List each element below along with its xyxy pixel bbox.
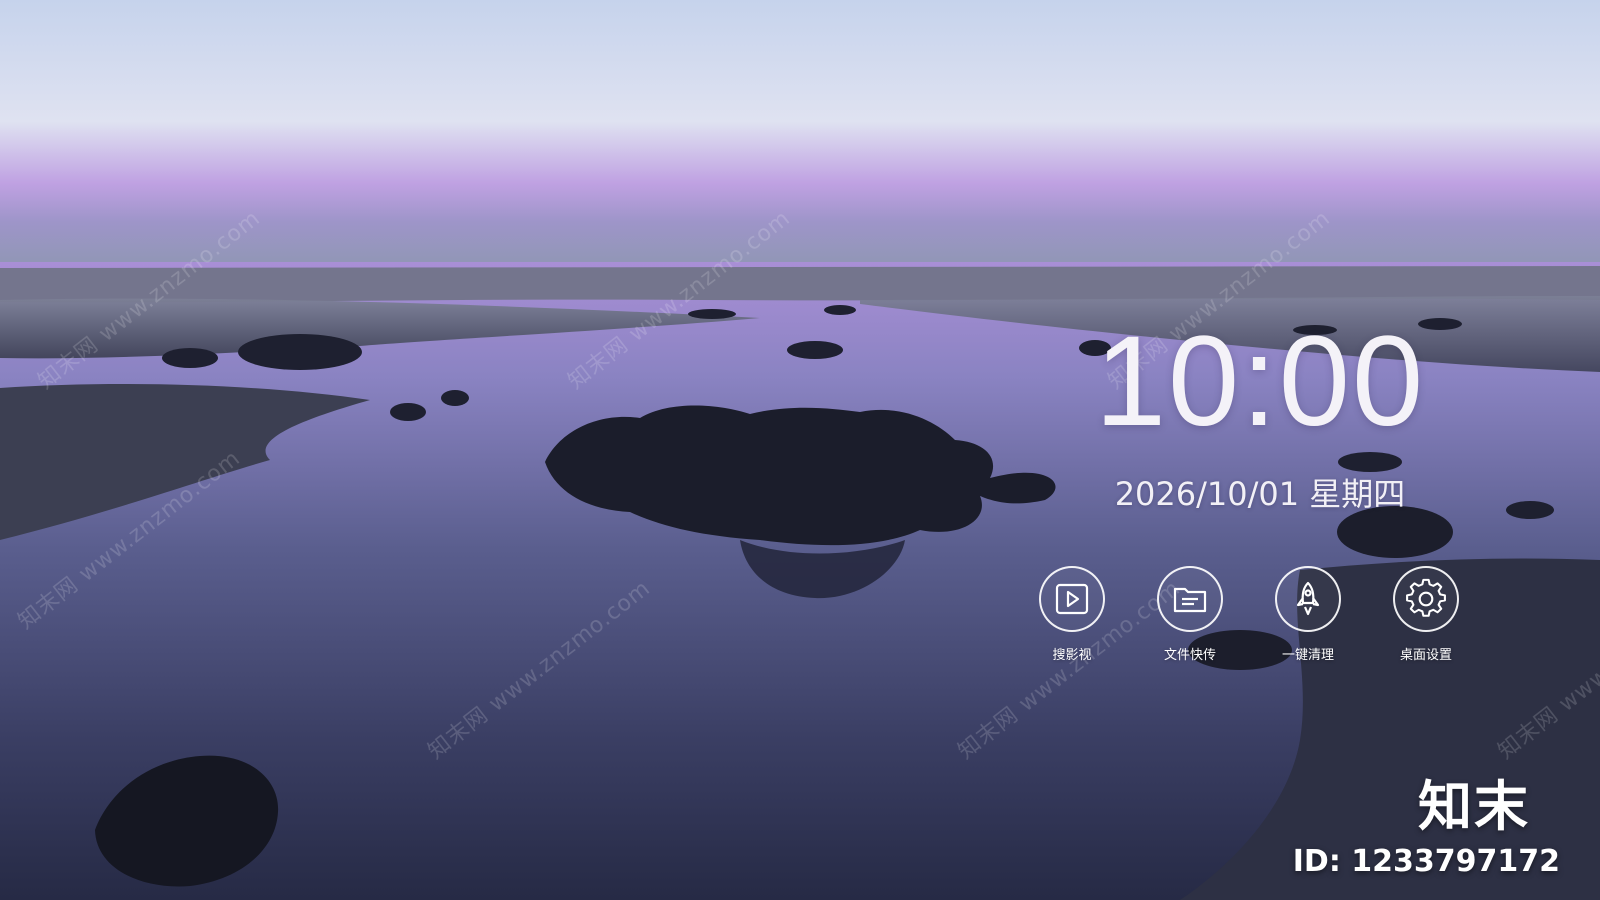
- app-one-click-clean[interactable]: 一键清理: [1272, 566, 1344, 663]
- brand-logo: 知末: [1418, 775, 1530, 838]
- watermark-text: 知末网 www.znzmo.com: [13, 445, 246, 635]
- app-desktop-settings[interactable]: 桌面设置: [1390, 566, 1462, 663]
- watermark-text: 知末网 www.znzmo.com: [33, 205, 266, 395]
- watermark-text: 知末网 www.znzmo.com: [563, 205, 796, 395]
- app-label: 搜影视: [1052, 648, 1092, 663]
- rocket-icon[interactable]: [1275, 566, 1341, 632]
- app-file-transfer[interactable]: 文件快传: [1154, 566, 1226, 663]
- play-video-icon[interactable]: [1039, 566, 1105, 632]
- watermark-text: 知末网 www.znzmo.com: [423, 575, 656, 765]
- gear-icon[interactable]: [1393, 566, 1459, 632]
- folder-file-icon[interactable]: [1157, 566, 1223, 632]
- app-label: 一键清理: [1281, 648, 1334, 663]
- app-shortcuts: 搜影视 文件快传 一键清理 桌面设置: [1036, 566, 1462, 663]
- app-label: 文件快传: [1163, 648, 1216, 663]
- image-id-label: ID: 1233797172: [1292, 844, 1560, 879]
- clock-date: 2026/10/01 星期四: [1114, 475, 1406, 513]
- app-label: 桌面设置: [1399, 648, 1452, 663]
- app-search-video[interactable]: 搜影视: [1036, 566, 1108, 663]
- desktop-overlay: 知末网 www.znzmo.com 知末网 www.znzmo.com 知末网 …: [0, 0, 1600, 900]
- watermark-text: 知末网 www.znzmo.com: [1493, 575, 1600, 765]
- clock-time: 10:00: [1094, 310, 1426, 453]
